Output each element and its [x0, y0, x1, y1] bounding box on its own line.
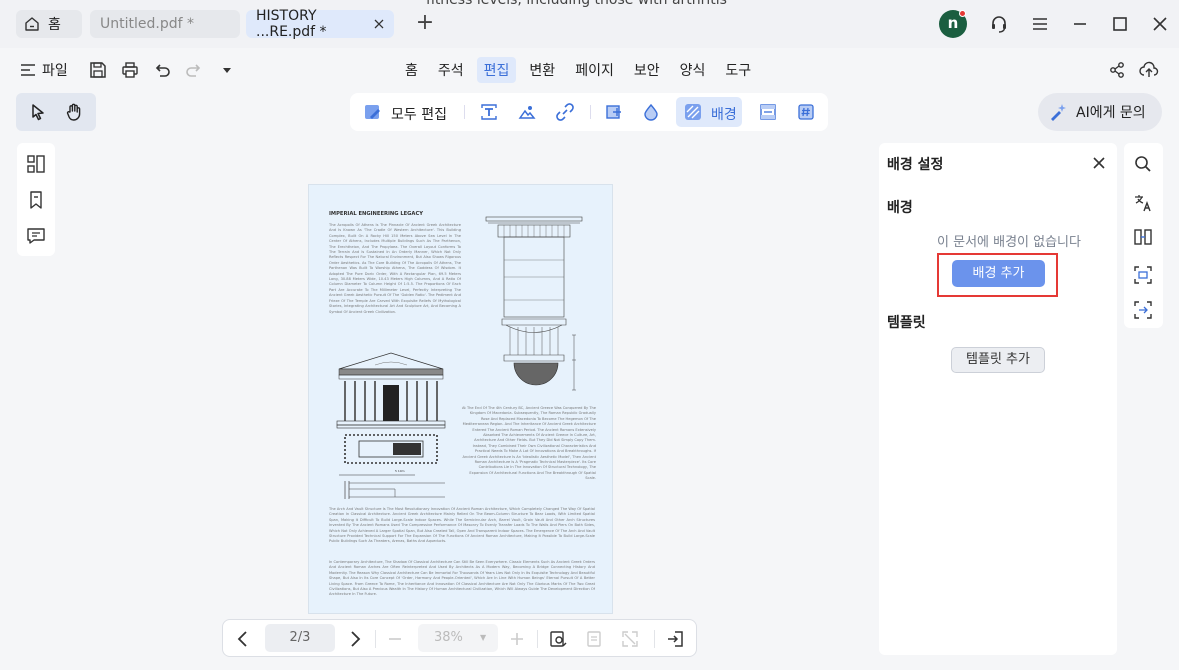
hamburger-icon: [20, 63, 36, 77]
print-icon[interactable]: [120, 60, 140, 80]
tab-history[interactable]: HISTORY ...RE.pdf *: [246, 8, 394, 40]
search-icon[interactable]: [1133, 154, 1153, 174]
page-view-icon[interactable]: [548, 629, 568, 649]
menu-home[interactable]: 홈: [398, 57, 425, 83]
add-background-button[interactable]: 배경 추가: [952, 260, 1045, 287]
doc-paragraph: The Acropolis Of Athens Is The Pinnacle …: [329, 223, 461, 314]
add-text-icon[interactable]: [480, 103, 498, 121]
ask-ai-label: AI에게 문의: [1076, 105, 1146, 121]
screen-capture-icon[interactable]: [1133, 300, 1153, 320]
undo-icon[interactable]: [152, 60, 172, 80]
headset-icon[interactable]: [989, 14, 1009, 34]
fit-page-icon[interactable]: [584, 629, 604, 649]
home-tab[interactable]: 홈: [16, 10, 82, 38]
edit-toolbar: 모두 편집 배경: [350, 93, 828, 131]
minimize-icon[interactable]: [1070, 14, 1090, 34]
zoom-in-icon[interactable]: [507, 629, 527, 649]
add-link-icon[interactable]: [556, 103, 574, 121]
add-image-icon[interactable]: [518, 103, 536, 121]
left-sidebar: [17, 143, 55, 256]
zoom-value: 38%: [434, 630, 463, 645]
menu-edit[interactable]: 편집: [476, 57, 517, 83]
file-menu[interactable]: 파일: [20, 59, 68, 81]
page-navigation-bar: 2/3 38% ▼: [222, 619, 697, 657]
doc-paragraph: At The End Of The 4th Century BC, Ancien…: [462, 406, 596, 481]
close-icon[interactable]: [1091, 155, 1107, 171]
home-icon: [24, 16, 40, 32]
share-icon[interactable]: [1107, 60, 1127, 80]
redo-icon[interactable]: [184, 60, 204, 80]
menu-tools[interactable]: 도구: [718, 57, 758, 83]
maximize-icon[interactable]: [1110, 14, 1130, 34]
exit-icon[interactable]: [665, 629, 685, 649]
hand-tool-icon[interactable]: [64, 102, 84, 122]
watermark-icon[interactable]: [642, 103, 660, 121]
divider: [590, 105, 591, 119]
column-illustration: [484, 215, 584, 400]
close-window-icon[interactable]: [1150, 14, 1170, 34]
edit-all-icon: [364, 103, 382, 121]
cloud-upload-icon[interactable]: [1139, 60, 1159, 80]
add-template-button[interactable]: 템플릿 추가: [951, 347, 1045, 373]
menu-form[interactable]: 양식: [673, 57, 713, 83]
svg-text:5 10m: 5 10m: [395, 469, 405, 473]
file-menu-label: 파일: [42, 63, 68, 79]
tab-label: HISTORY ...RE.pdf *: [256, 8, 327, 40]
save-icon[interactable]: [88, 60, 108, 80]
bates-number-icon[interactable]: [797, 103, 815, 121]
background-icon: [684, 103, 702, 121]
divider: [375, 630, 376, 648]
dropdown-icon[interactable]: [218, 60, 238, 80]
overflow-text: fitness levels, including those with art…: [426, 0, 727, 8]
header-footer-icon[interactable]: [759, 103, 777, 121]
divider: [537, 630, 538, 648]
crop-icon[interactable]: [604, 103, 622, 121]
cursor-tools: [16, 93, 96, 131]
menu-page[interactable]: 페이지: [568, 57, 621, 83]
doc-paragraph: The Arch And Vault Structure Is The Most…: [329, 507, 595, 544]
page-number-input[interactable]: 2/3: [265, 624, 335, 652]
empty-message: 이 문서에 배경이 없습니다: [937, 235, 1081, 250]
fullscreen-icon[interactable]: [620, 629, 640, 649]
close-icon[interactable]: [374, 19, 384, 29]
panel-title: 배경 설정: [887, 157, 944, 173]
home-tab-label: 홈: [48, 17, 61, 33]
tab-label: Untitled.pdf *: [100, 16, 194, 32]
notification-dot: [959, 10, 966, 17]
template-section-label: 템플릿: [887, 315, 926, 331]
background-settings-panel: 배경 설정 배경 이 문서에 배경이 없습니다 배경 추가 템플릿 템플릿 추가: [879, 143, 1117, 655]
edit-all-button[interactable]: 모두 편집: [391, 104, 447, 124]
menu-convert[interactable]: 변환: [522, 57, 562, 83]
next-page-icon[interactable]: [345, 629, 365, 649]
menu-annotate[interactable]: 주석: [431, 57, 471, 83]
right-tool-strip: [1124, 143, 1163, 328]
zoom-out-icon[interactable]: [385, 629, 405, 649]
select-cursor-icon[interactable]: [28, 102, 48, 122]
compare-icon[interactable]: [1133, 227, 1153, 247]
prev-page-icon[interactable]: [233, 629, 253, 649]
zoom-select[interactable]: 38% ▼: [418, 624, 498, 652]
background-button[interactable]: 배경: [711, 104, 737, 124]
menu-security[interactable]: 보안: [627, 57, 667, 83]
ask-ai-button[interactable]: AI에게 문의: [1038, 93, 1162, 131]
comment-icon[interactable]: [26, 226, 46, 246]
ai-icon: [1048, 102, 1068, 122]
menu-icon[interactable]: [1030, 14, 1050, 34]
ocr-icon[interactable]: [1133, 265, 1153, 285]
document-page[interactable]: IMPERIAL ENGINEERING LEGACY The Acropoli…: [308, 184, 613, 614]
doc-title: IMPERIAL ENGINEERING LEGACY: [329, 211, 424, 217]
new-tab-button[interactable]: +: [414, 12, 436, 34]
tab-untitled[interactable]: Untitled.pdf *: [90, 10, 240, 38]
translate-icon[interactable]: [1133, 193, 1153, 213]
thumbnails-icon[interactable]: [26, 154, 46, 174]
divider: [464, 105, 465, 119]
main-menu: 홈 주석 편집 변환 페이지 보안 양식 도구: [398, 57, 764, 83]
doc-paragraph: In Contemporary Architecture, The Shadow…: [329, 560, 595, 597]
bookmark-icon[interactable]: [26, 190, 46, 210]
divider: [654, 630, 655, 648]
temple-illustration: 5 10m: [335, 351, 447, 501]
chevron-down-icon: ▼: [480, 633, 487, 642]
background-section-label: 배경: [887, 200, 913, 216]
